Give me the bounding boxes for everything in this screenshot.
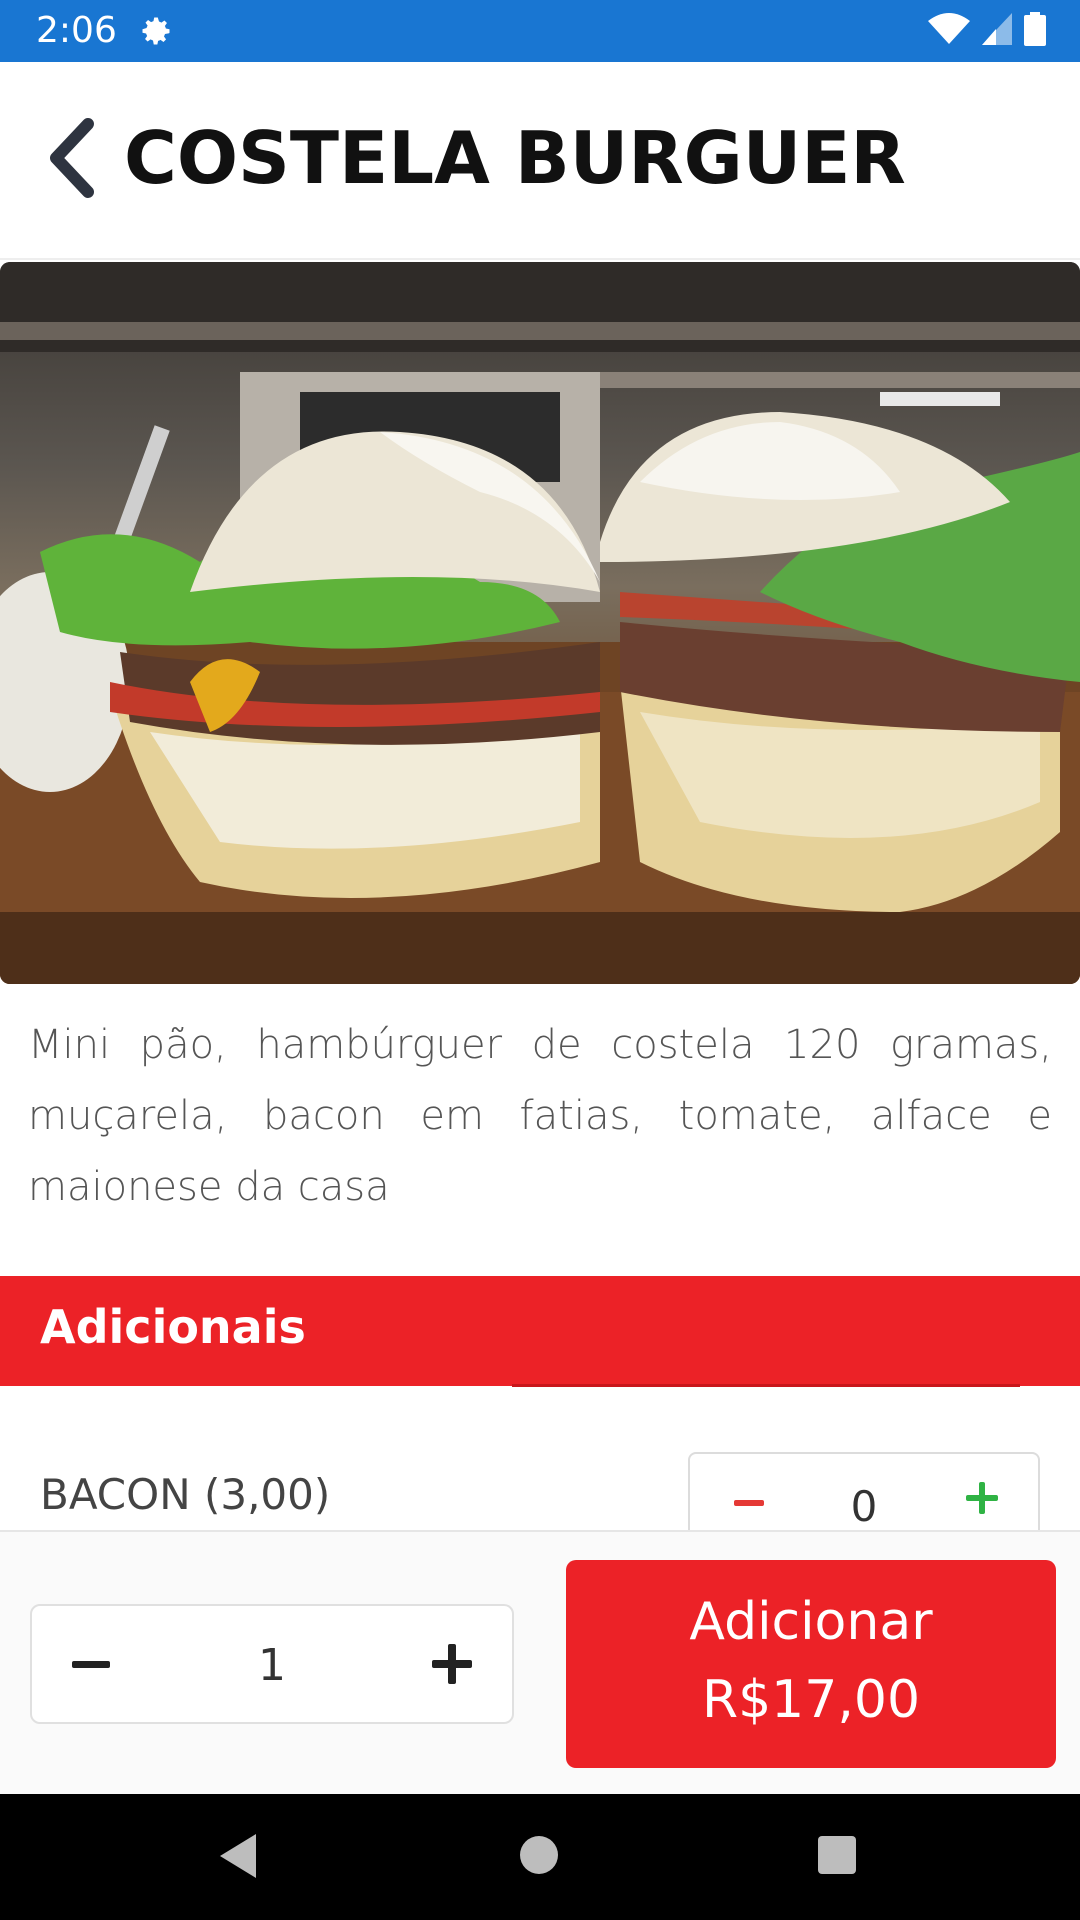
wifi-icon — [928, 13, 970, 44]
battery-icon — [1024, 12, 1046, 46]
settings-gear-icon — [142, 17, 170, 45]
add-to-cart-button[interactable]: Adicionar R$17,00 — [566, 1560, 1056, 1768]
header-divider — [0, 258, 1080, 260]
status-time: 2:06 — [36, 10, 117, 51]
add-button-label: Adicionar — [689, 1592, 933, 1652]
nav-back-icon[interactable] — [218, 1832, 258, 1880]
signal-icon — [982, 13, 1012, 45]
burger-illustration — [0, 262, 1080, 984]
additions-title: Adicionais — [40, 1300, 306, 1354]
additions-header: Adicionais — [0, 1276, 1080, 1386]
system-navigation-bar — [0, 1794, 1080, 1920]
status-icons — [928, 12, 1046, 46]
product-description: Mini pão, hambúrguer de costela 120 gram… — [28, 1022, 1052, 1210]
chevron-left-icon[interactable] — [44, 118, 100, 198]
additions-underline — [512, 1384, 1020, 1387]
add-button-price: R$17,00 — [701, 1670, 921, 1730]
plus-icon[interactable] — [966, 1482, 998, 1514]
nav-home-icon[interactable] — [520, 1836, 558, 1874]
burger-photo — [0, 262, 1080, 984]
page-title: COSTELA BURGUER — [124, 116, 906, 200]
addon-item-label: BACON (3,00) — [40, 1470, 331, 1519]
status-bar: 2:06 — [0, 0, 1080, 62]
nav-recents-icon[interactable] — [818, 1836, 856, 1874]
order-quantity-stepper[interactable]: 1 — [30, 1604, 514, 1724]
plus-icon[interactable] — [432, 1644, 472, 1684]
